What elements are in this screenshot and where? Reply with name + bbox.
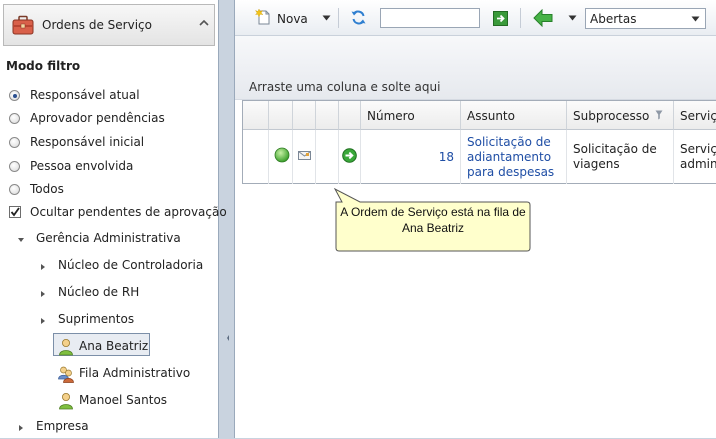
filter-option-label: Aprovador pendências (30, 111, 165, 125)
back-dropdown-caret-icon[interactable] (568, 15, 577, 21)
briefcase-icon (12, 15, 34, 35)
radio-button[interactable] (9, 161, 20, 172)
envelope-icon[interactable] (298, 150, 311, 161)
collapsed-triangle-icon[interactable] (38, 289, 48, 299)
orders-grid: Número Assunto Subprocesso Serviç 18 Sol… (242, 100, 716, 184)
filter-funnel-icon[interactable] (655, 110, 663, 120)
panel-header[interactable]: Ordens de Serviço (3, 4, 215, 46)
panel-splitter[interactable] (224, 0, 232, 438)
column-header-blank-3[interactable] (293, 101, 316, 130)
expanded-triangle-icon[interactable] (16, 235, 26, 245)
column-header-label: Número (367, 109, 415, 123)
refresh-icon[interactable] (350, 9, 367, 26)
row-cell-servico: Serviç admin (674, 130, 716, 184)
filter-mode-title: Modo filtro (6, 59, 81, 73)
status-filter-select[interactable]: Abertas (585, 8, 706, 29)
column-header-blank-4[interactable] (316, 101, 339, 130)
column-header-numero[interactable]: Número (361, 101, 461, 130)
filter-option-label: Responsável inicial (30, 135, 145, 149)
filter-option-label: Todos (30, 182, 64, 196)
radio-button[interactable] (9, 184, 20, 195)
group-by-hint[interactable]: Arraste uma coluna e solte aqui (249, 80, 440, 94)
collapsed-triangle-icon[interactable] (38, 316, 48, 326)
order-service: Serviç admin (680, 142, 716, 171)
row-cell-status (269, 130, 293, 184)
go-button-icon[interactable] (493, 11, 508, 26)
row-cell-assunto: Solicitação de adiantamento para despesa… (461, 130, 567, 184)
status-filter-value: Abertas (590, 12, 637, 26)
column-header-blank-5[interactable] (339, 101, 361, 130)
tooltip-text: A Ordem de Serviço está na fila de Ana B… (340, 205, 526, 235)
order-subprocess: Solicitação de viagens (573, 142, 657, 171)
column-header-blank-2[interactable] (269, 101, 293, 130)
new-dropdown-caret-icon[interactable] (322, 15, 331, 21)
hide-pending-label: Ocultar pendentes de aprovação (30, 205, 227, 219)
tree-node-label: Gerência Administrativa (36, 231, 181, 245)
chevron-up-icon[interactable] (197, 16, 211, 30)
column-header-blank-1[interactable] (243, 101, 269, 130)
column-header-servico[interactable]: Serviç (674, 101, 716, 130)
chevron-down-icon (691, 16, 700, 22)
row-cell-numero: 18 (361, 130, 461, 184)
user-icon (59, 339, 73, 356)
row-cell-subprocesso: Solicitação de viagens (567, 130, 674, 184)
row-cell-mail (293, 130, 316, 184)
filter-option-label: Pessoa envolvida (30, 159, 134, 173)
column-header-label: Assunto (467, 109, 515, 123)
order-subject-link[interactable]: Solicitação de adiantamento para despesa… (467, 135, 554, 180)
new-button-label: Nova (277, 12, 308, 26)
toolbar-separator (520, 8, 521, 28)
user-group-icon (58, 366, 74, 383)
search-input[interactable] (380, 8, 480, 28)
toolbar: Nova Abertas (235, 0, 716, 36)
green-status-icon (274, 147, 290, 163)
tree-node-label: Núcleo de Controladoria (58, 258, 204, 272)
collapsed-triangle-icon[interactable] (16, 423, 26, 433)
column-header-assunto[interactable]: Assunto (461, 101, 567, 130)
left-panel: Ordens de Serviço Modo filtro Responsáve… (0, 0, 227, 438)
order-number[interactable]: 18 (439, 150, 454, 165)
radio-button[interactable] (9, 137, 20, 148)
back-arrow-icon[interactable] (533, 9, 553, 27)
column-header-subprocesso[interactable]: Subprocesso (567, 101, 674, 130)
tree-node-label: Ana Beatriz (79, 339, 149, 353)
row-cell-action (339, 130, 361, 184)
radio-button[interactable] (9, 113, 20, 124)
user-icon (59, 393, 73, 410)
hide-pending-checkbox[interactable] (9, 206, 21, 218)
toolbar-separator (338, 8, 339, 28)
row-cell-blank (243, 130, 269, 184)
filter-option-label: Responsável atual (30, 88, 140, 102)
new-document-icon (255, 8, 270, 25)
tree-node-label: Fila Administrativo (79, 366, 191, 380)
checkmark-icon (10, 207, 20, 217)
column-header-label: Serviç (680, 109, 716, 123)
collapsed-triangle-icon[interactable] (38, 262, 48, 272)
green-arrow-icon[interactable] (342, 148, 357, 163)
row-cell-blank (316, 130, 339, 184)
tree-node-label: Empresa (36, 419, 89, 433)
tree-node-label: Manoel Santos (79, 393, 168, 407)
radio-button[interactable] (9, 90, 20, 101)
tree-node-label: Suprimentos (58, 312, 135, 326)
column-header-label: Subprocesso (573, 109, 650, 123)
tree-node-label: Núcleo de RH (58, 285, 140, 299)
panel-title: Ordens de Serviço (42, 18, 152, 32)
